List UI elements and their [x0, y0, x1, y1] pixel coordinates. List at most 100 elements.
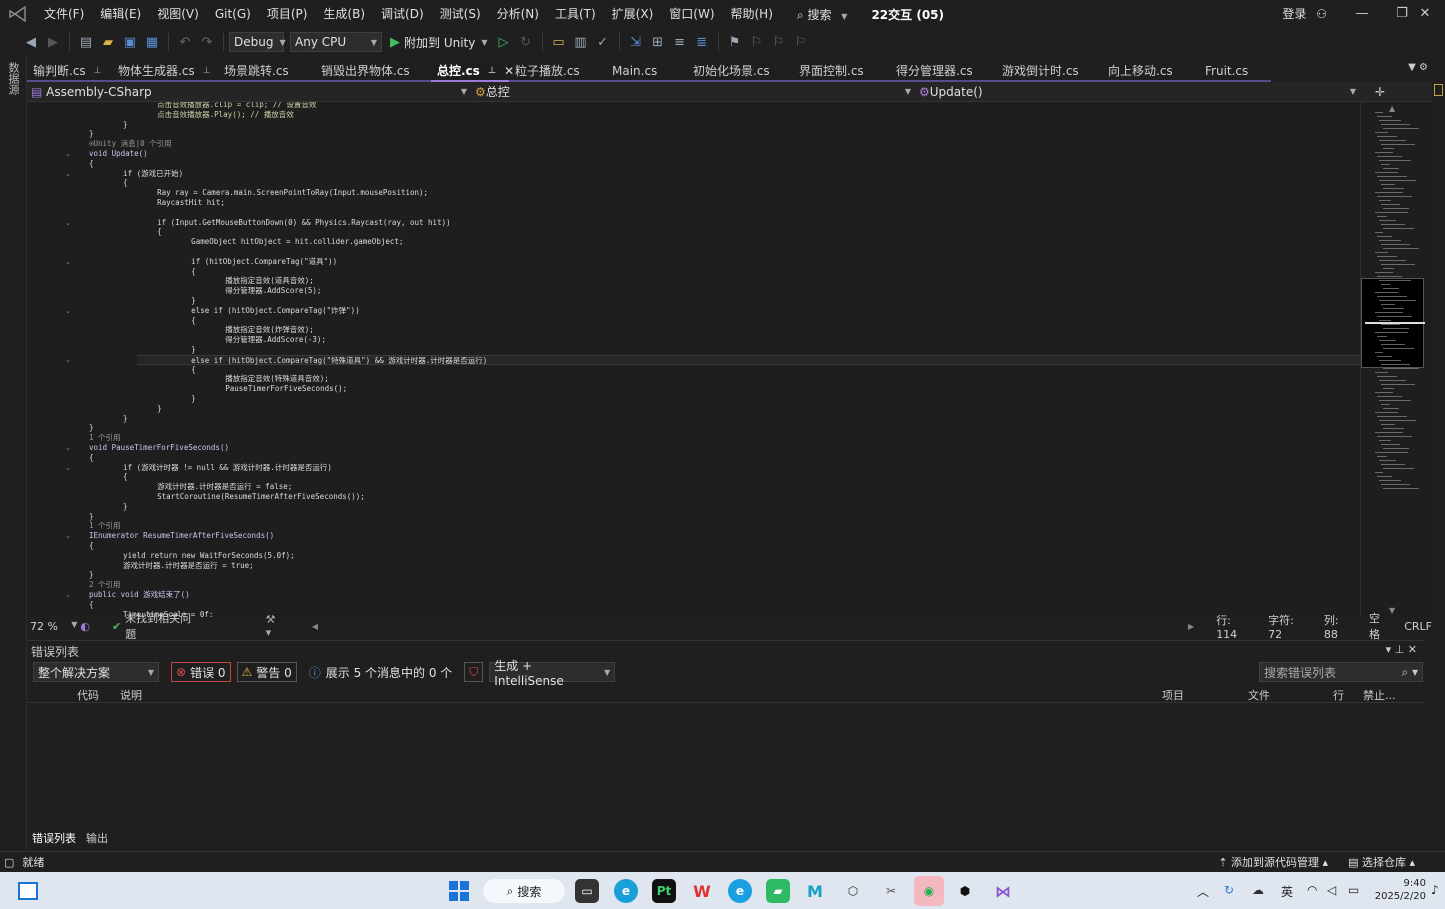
menu-item[interactable]: Git(G) [207, 0, 259, 28]
notification-bell-icon[interactable]: ♪ [1431, 883, 1439, 897]
code-line[interactable]: 1 个引用 [89, 521, 121, 531]
column-header[interactable]: 代码 [77, 687, 99, 703]
tab-document[interactable]: 场景跳转.cs [218, 62, 315, 82]
code-line[interactable]: if (游戏已开始) [105, 169, 183, 179]
format-icon[interactable]: ⊞ [648, 32, 668, 52]
pin-icon[interactable]: ⊥ [488, 62, 496, 80]
file-explorer-icon[interactable]: ▭ [575, 879, 599, 903]
code-line[interactable]: } [89, 570, 94, 580]
spellcheck-icon[interactable]: ✓ [593, 32, 613, 52]
code-line[interactable]: } [89, 423, 94, 433]
wifi-icon[interactable]: ◠ [1307, 883, 1317, 897]
tray-overflow-icon[interactable]: ︿ [1197, 883, 1209, 900]
code-line[interactable]: RaycastHit hit; [121, 198, 225, 208]
tab-document[interactable]: Fruit.cs [1199, 62, 1271, 82]
folder-icon[interactable]: ▭ [549, 32, 569, 52]
tab-document[interactable]: 初始化场景.cs [687, 62, 793, 82]
member-dropdown[interactable]: ⚙Update() ▼ [915, 82, 1360, 102]
redo-icon[interactable]: ↷ [197, 32, 217, 52]
code-line[interactable]: } [105, 414, 128, 424]
code-line[interactable]: } [137, 296, 196, 306]
tab-document[interactable]: 输判断.cs ⊥ [27, 62, 112, 82]
line-indicator[interactable]: 行: 114 [1216, 612, 1254, 641]
source-dropdown[interactable]: 生成 + IntelliSense ▼ [489, 659, 616, 688]
cleanup-icon[interactable]: ⚒ ▾ [266, 613, 284, 639]
code-line[interactable]: { [89, 600, 94, 610]
bottom-tab[interactable]: 错误列表 [27, 830, 81, 846]
menu-item[interactable]: 帮助(H) [723, 0, 781, 28]
menu-item[interactable]: 项目(P) [259, 0, 316, 28]
code-line[interactable]: 得分管理器.AddScore(5); [153, 286, 321, 296]
wps-icon[interactable]: W [690, 879, 714, 903]
cloud-icon[interactable]: ☁ [1252, 883, 1264, 897]
sync-icon[interactable]: ↻ [1224, 883, 1234, 897]
code-line[interactable]: void PauseTimerForFiveSeconds() [89, 443, 229, 453]
code-editor[interactable]: ⌄ ⌄ ⌄ ⌄ ⌄ ⌄ ⌄ ⌄ ⌄ ⌄ 点击音效播放器.clip = clip; // 设置音效 … [27, 102, 1360, 617]
code-line[interactable]: GameObject hitObject = hit.collider.game… [137, 237, 403, 247]
input-language[interactable]: 英 [1281, 883, 1293, 900]
code-line[interactable]: 游戏计时器.计时器是否运行 = true; [105, 561, 254, 571]
step-icon[interactable]: ⇲ [626, 32, 646, 52]
run-button[interactable]: ▶ 附加到 Unity ▼ [390, 34, 488, 51]
code-line[interactable]: } [105, 502, 128, 512]
bottom-tab[interactable]: 输出 [81, 830, 113, 846]
store-icon[interactable]: ▰ [766, 879, 790, 903]
code-line[interactable]: yield return new WaitForSeconds(5.0f); [105, 551, 295, 561]
code-line[interactable]: PauseTimerForFiveSeconds(); [153, 384, 347, 394]
fold-toggle-icon[interactable]: ⌄ [65, 219, 73, 227]
data-sources-tab[interactable]: 数据源 [5, 62, 21, 95]
tab-document[interactable]: 界面控制.cs [793, 62, 890, 82]
m-app-icon[interactable]: M [803, 879, 827, 903]
menu-item[interactable]: 窗口(W) [661, 0, 722, 28]
code-line[interactable]: } [137, 394, 196, 404]
code-line[interactable]: Ray ray = Camera.main.ScreenPointToRay(I… [121, 188, 428, 198]
code-line[interactable]: else if (hitObject.CompareTag("炸弹")) [137, 306, 360, 316]
issues-status[interactable]: 未找到相关问题 [125, 610, 199, 642]
pin-icon[interactable]: ⊥ [94, 62, 102, 80]
unity-icon[interactable]: ⬡ [841, 879, 865, 903]
code-line[interactable]: ⊙Unity 消息|0 个引用 [89, 139, 172, 149]
fold-toggle-icon[interactable]: ⌄ [65, 591, 73, 599]
layout-icon[interactable]: ▥ [571, 32, 591, 52]
tab-document[interactable]: 向上移动.cs [1102, 62, 1199, 82]
code-line[interactable]: { [89, 453, 94, 463]
warnings-filter-button[interactable]: ⚠ 警告 0 [236, 662, 297, 682]
copilot-icon[interactable]: ◐ [80, 620, 90, 633]
code-line[interactable]: } [89, 129, 94, 139]
indent-icon[interactable]: ≡ [670, 32, 690, 52]
code-line[interactable]: if (Input.GetMouseButtonDown(0) && Physi… [121, 218, 451, 228]
unity-hub-icon[interactable]: ⬢ [953, 879, 977, 903]
panel-controls[interactable]: ▾ ⊥ ✕ [1386, 643, 1417, 656]
code-line[interactable]: 播放指定音效(炸弹音效); [153, 325, 314, 335]
code-line[interactable]: 游戏计时器.计时器是否运行 = false; [121, 482, 292, 492]
filter-icon[interactable]: ⛉ [464, 662, 484, 682]
zoom-dropdown[interactable]: 72 % ▼ [27, 620, 77, 633]
menu-item[interactable]: 分析(N) [489, 0, 547, 28]
taskbar-search[interactable]: ⌕ 搜索 [483, 879, 565, 903]
current-code-line[interactable]: else if (hitObject.CompareTag("特殊道具") &&… [137, 354, 1360, 365]
char-indicator[interactable]: 字符: 72 [1268, 612, 1310, 641]
snipping-icon[interactable]: ✂ [879, 879, 903, 903]
next-bookmark-icon[interactable]: ⚐ [769, 32, 789, 52]
menu-item[interactable]: 调试(D) [373, 0, 432, 28]
tab-active[interactable]: 总控.cs ⊥ ✕ [431, 62, 514, 82]
code-line[interactable]: 播放指定音效(特殊道具音效); [153, 374, 329, 384]
fold-toggle-icon[interactable]: ⌄ [65, 170, 73, 178]
code-line[interactable]: } [121, 404, 162, 414]
eol-indicator[interactable]: CRLF [1404, 620, 1432, 633]
code-line[interactable]: } [89, 512, 94, 522]
fold-toggle-icon[interactable]: ⌄ [65, 444, 73, 452]
code-line[interactable]: } [105, 120, 128, 130]
select-repo-button[interactable]: ▤ 选择仓库 ▴ [1348, 854, 1415, 870]
start-icon[interactable] [447, 879, 471, 903]
restart-icon[interactable]: ↻ [516, 32, 536, 52]
bookmark-icon[interactable]: ⚑ [725, 32, 745, 52]
search-button[interactable]: ⌕ 搜索 ▼ [789, 6, 856, 23]
messages-filter-button[interactable]: ⓘ 展示 5 个消息中的 0 个 [309, 664, 453, 681]
code-line[interactable]: StartCoroutine(ResumeTimerAfterFiveSecon… [121, 492, 365, 502]
undo-icon[interactable]: ↶ [175, 32, 195, 52]
source-control-button[interactable]: ⇡ 添加到源代码管理 ▴ [1218, 854, 1328, 870]
tab-document[interactable]: Main.cs [606, 62, 687, 82]
scope-dropdown[interactable]: 整个解决方案 ▼ [33, 662, 159, 682]
column-header[interactable]: 文件 [1248, 687, 1270, 703]
